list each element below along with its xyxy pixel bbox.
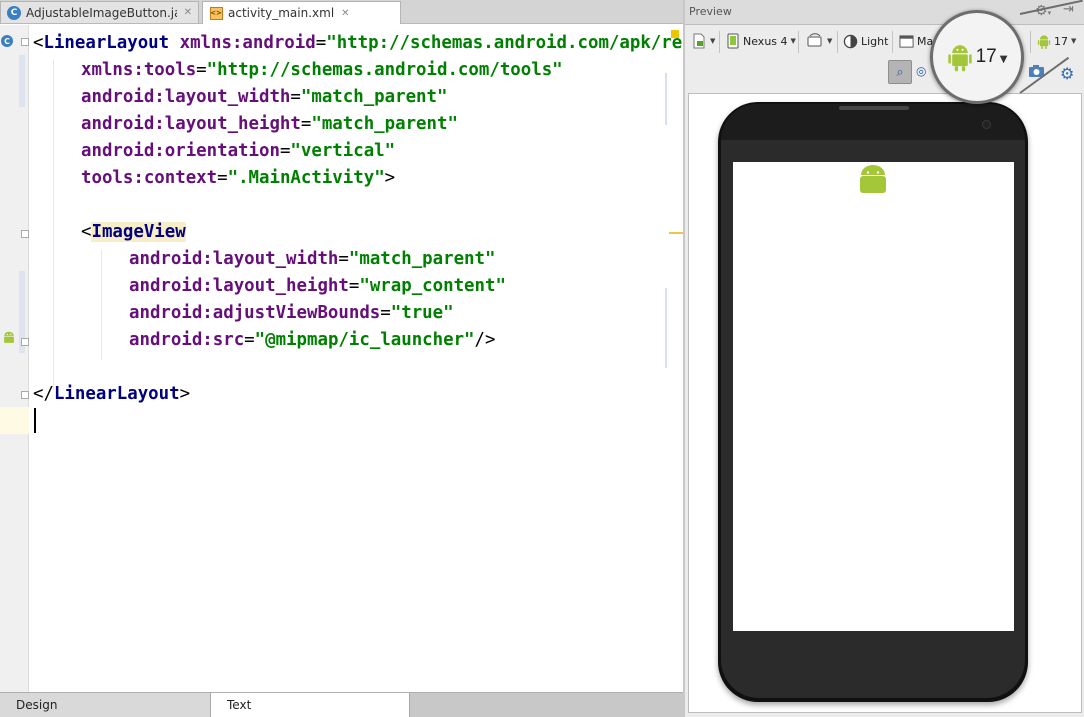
close-icon[interactable]: ✕ [341, 8, 349, 19]
api-level-magnifier: 17 ▼ [930, 10, 1024, 104]
tab-text[interactable]: Text [211, 693, 410, 717]
fold-icon[interactable] [21, 391, 29, 399]
device-icon [727, 33, 739, 49]
code-line: android:layout_width="match_parent" [81, 87, 448, 107]
chevron-down-icon: ▼ [999, 53, 1008, 65]
editor-tab-bar: C AdjustableImageButton.java ✕ <> activi… [0, 0, 683, 24]
android-icon [1037, 34, 1051, 49]
code-line: android:layout_height="match_parent" [81, 114, 458, 134]
api-level-dropdown[interactable]: 17 ▼ [1037, 30, 1076, 52]
fold-icon[interactable] [21, 338, 29, 346]
front-camera [982, 120, 991, 129]
theme-icon [843, 34, 858, 48]
rotate-screen-icon [807, 33, 822, 47]
close-icon[interactable]: ✕ [184, 7, 192, 18]
tab-label: activity_main.xml [228, 6, 335, 20]
code-line: android:layout_height="wrap_content" [129, 276, 506, 296]
preview-title: Preview [689, 5, 732, 18]
earpiece [839, 106, 909, 110]
code-line: <ImageView [81, 222, 186, 242]
code-editor[interactable]: <LinearLayout xmlns:android="http://sche… [29, 25, 683, 692]
android-launcher-icon [858, 164, 888, 198]
theme-dropdown[interactable]: Light [843, 30, 888, 52]
code-line: android:layout_width="match_parent" [129, 249, 496, 269]
tab-adjustable-image-button-java[interactable]: C AdjustableImageButton.java ✕ [0, 1, 199, 23]
code-line: tools:context=".MainActivity"> [81, 168, 396, 188]
zoom-icon: ⌕ [896, 64, 904, 80]
tab-label: AdjustableImageButton.java [26, 5, 177, 20]
device-screen [733, 162, 1014, 631]
warning-stripe [669, 232, 683, 234]
device-label: Nexus 4 [743, 34, 788, 48]
actual-size-icon[interactable]: ◎ [916, 64, 926, 78]
editor-mode-tabs: Design Text [0, 692, 683, 717]
settings-icon[interactable]: ⚙ [1060, 64, 1074, 83]
text-caret [34, 408, 36, 433]
activity-dropdown[interactable]: Ma [899, 30, 933, 52]
fold-icon[interactable] [21, 230, 29, 238]
layout-file-icon [693, 33, 705, 49]
xml-layout-icon: <> [209, 6, 223, 20]
change-marker [19, 55, 25, 107]
api-level-label: 17 [1054, 34, 1068, 48]
zoom-to-fit-button[interactable]: ⌕ [888, 60, 912, 84]
orientation-dropdown[interactable]: ▼ [806, 30, 832, 52]
activity-icon [899, 34, 914, 48]
code-line: android:src="@mipmap/ic_launcher"/> [129, 330, 496, 350]
class-marker-icon: C [1, 35, 13, 47]
java-class-icon: C [7, 5, 21, 20]
code-line: xmlns:tools="http://schemas.android.com/… [81, 60, 563, 80]
layout-preview-canvas[interactable] [688, 93, 1082, 713]
android-image-icon [2, 331, 16, 348]
code-line: android:adjustViewBounds="true" [129, 303, 454, 323]
layout-file-dropdown[interactable]: ▼ [691, 30, 715, 52]
tab-activity-main-xml[interactable]: <> activity_main.xml ✕ [202, 1, 401, 24]
code-line: android:orientation="vertical" [81, 141, 396, 161]
tab-design[interactable]: Design [0, 693, 211, 717]
device-dropdown[interactable]: Nexus 4 ▼ [726, 30, 796, 52]
code-line: <LinearLayout xmlns:android="http://sche… [33, 33, 683, 53]
android-icon [947, 45, 972, 72]
fold-icon[interactable] [21, 38, 29, 46]
theme-label: Light [861, 34, 889, 48]
editor-gutter: C [0, 25, 29, 692]
code-line: </LinearLayout> [33, 384, 191, 404]
magnified-api-level: 17 [975, 46, 997, 67]
preview-panel: Preview ⚙▾ ⇥ ▼ Nexus 4 ▼ ▼ Light Ma 17 ▼ ⌕… [685, 0, 1084, 717]
